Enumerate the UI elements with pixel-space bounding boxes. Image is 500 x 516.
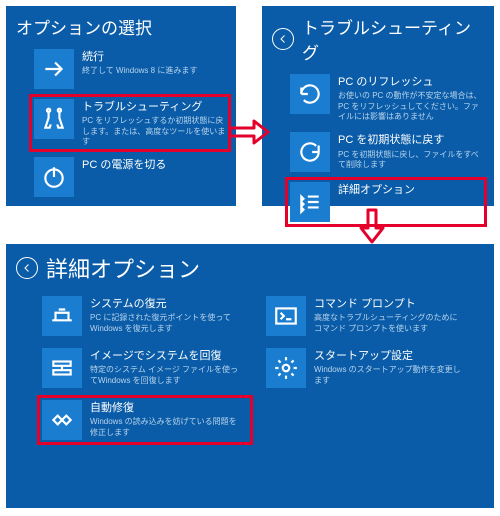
panel-title: 詳細オプション [46, 252, 200, 284]
tile-desc: 終了して Windows 8 に進みます [82, 66, 197, 76]
tile-label: スタートアップ設定 [314, 350, 464, 363]
arrow-left-icon [21, 262, 33, 274]
tile-desc: Windows のスタートアップ動作を変更します [314, 365, 464, 386]
tile-label: 自動修復 [90, 402, 240, 415]
tile-label: トラブルシューティング [82, 101, 226, 114]
tile-command-prompt[interactable]: コマンド プロンプト 高度なトラブルシューティングのためにコマンド プロンプトを… [264, 294, 474, 338]
options-panel: オプションの選択 続行 終了して Windows 8 に進みます トラブルシュー… [6, 6, 236, 206]
repair-icon [42, 400, 82, 440]
tile-label: 続行 [82, 51, 197, 64]
flow-arrow-down [358, 208, 386, 246]
tile-continue[interactable]: 続行 終了して Windows 8 に進みます [32, 47, 228, 91]
tile-advanced[interactable]: 詳細オプション [288, 180, 484, 224]
tile-grid: システムの復元 PC に記録された復元ポイントを使ってWindows を復元しま… [6, 288, 494, 450]
tile-label: 詳細オプション [338, 184, 415, 197]
tile-label: イメージでシステムを回復 [90, 350, 240, 363]
tile-label: システムの復元 [90, 298, 240, 311]
restore-icon [42, 296, 82, 336]
tile-refresh[interactable]: PC のリフレッシュ お使いの PC の動作が不安定な場合は、PC をリフレッシ… [288, 72, 484, 124]
advanced-options-panel: 詳細オプション システムの復元 PC に記録された復元ポイントを使ってWindo… [6, 244, 494, 508]
power-icon [34, 157, 74, 197]
gear-icon [266, 348, 306, 388]
list-icon [290, 182, 330, 222]
tile-system-restore[interactable]: システムの復元 PC に記録された復元ポイントを使ってWindows を復元しま… [40, 294, 250, 338]
tile-desc: PC をリフレッシュするか初期状態に戻します。または、高度なツールを使います [82, 116, 226, 147]
tile-desc: 高度なトラブルシューティングのためにコマンド プロンプトを使います [314, 313, 464, 334]
panel-title: オプションの選択 [16, 14, 152, 39]
terminal-icon [266, 296, 306, 336]
tile-label: PC を初期状態に戻す [338, 134, 482, 147]
tile-image-recovery[interactable]: イメージでシステムを回復 特定のシステム イメージ ファイルを使ってWindow… [40, 346, 250, 390]
refresh-icon [290, 74, 330, 114]
troubleshoot-panel: トラブルシューティング PC のリフレッシュ お使いの PC の動作が不安定な場… [262, 6, 494, 206]
back-button[interactable] [272, 28, 294, 50]
tile-desc: Windows の読み込みを妨げている問題を修正します [90, 417, 240, 438]
disk-icon [42, 348, 82, 388]
reset-icon [290, 132, 330, 172]
panel-title: トラブルシューティング [302, 14, 484, 64]
tile-label: PC のリフレッシュ [338, 76, 482, 89]
tile-desc: PC に記録された復元ポイントを使ってWindows を復元します [90, 313, 240, 334]
tile-list: 続行 終了して Windows 8 に進みます トラブルシューティング PC を… [6, 43, 236, 207]
arrow-right-icon [34, 49, 74, 89]
tile-label: PC の電源を切る [82, 159, 166, 172]
tools-icon [34, 99, 74, 139]
tile-auto-repair[interactable]: 自動修復 Windows の読み込みを妨げている問題を修正します [40, 398, 250, 442]
tile-desc: PC を初期状態に戻し、ファイルをすべて削除します [338, 150, 482, 171]
tile-startup-settings[interactable]: スタートアップ設定 Windows のスタートアップ動作を変更します [264, 346, 474, 390]
tile-shutdown[interactable]: PC の電源を切る [32, 155, 228, 199]
tile-desc: お使いの PC の動作が不安定な場合は、PC をリフレッシュしてください。ファイ… [338, 91, 482, 122]
back-button[interactable] [16, 257, 38, 279]
tile-label: コマンド プロンプト [314, 298, 464, 311]
tile-troubleshoot[interactable]: トラブルシューティング PC をリフレッシュするか初期状態に戻します。または、高… [32, 97, 228, 149]
arrow-left-icon [277, 33, 289, 45]
tile-reset[interactable]: PC を初期状態に戻す PC を初期状態に戻し、ファイルをすべて削除します [288, 130, 484, 174]
tile-desc: 特定のシステム イメージ ファイルを使ってWindows を回復します [90, 365, 240, 386]
flow-arrow-right [228, 118, 272, 146]
